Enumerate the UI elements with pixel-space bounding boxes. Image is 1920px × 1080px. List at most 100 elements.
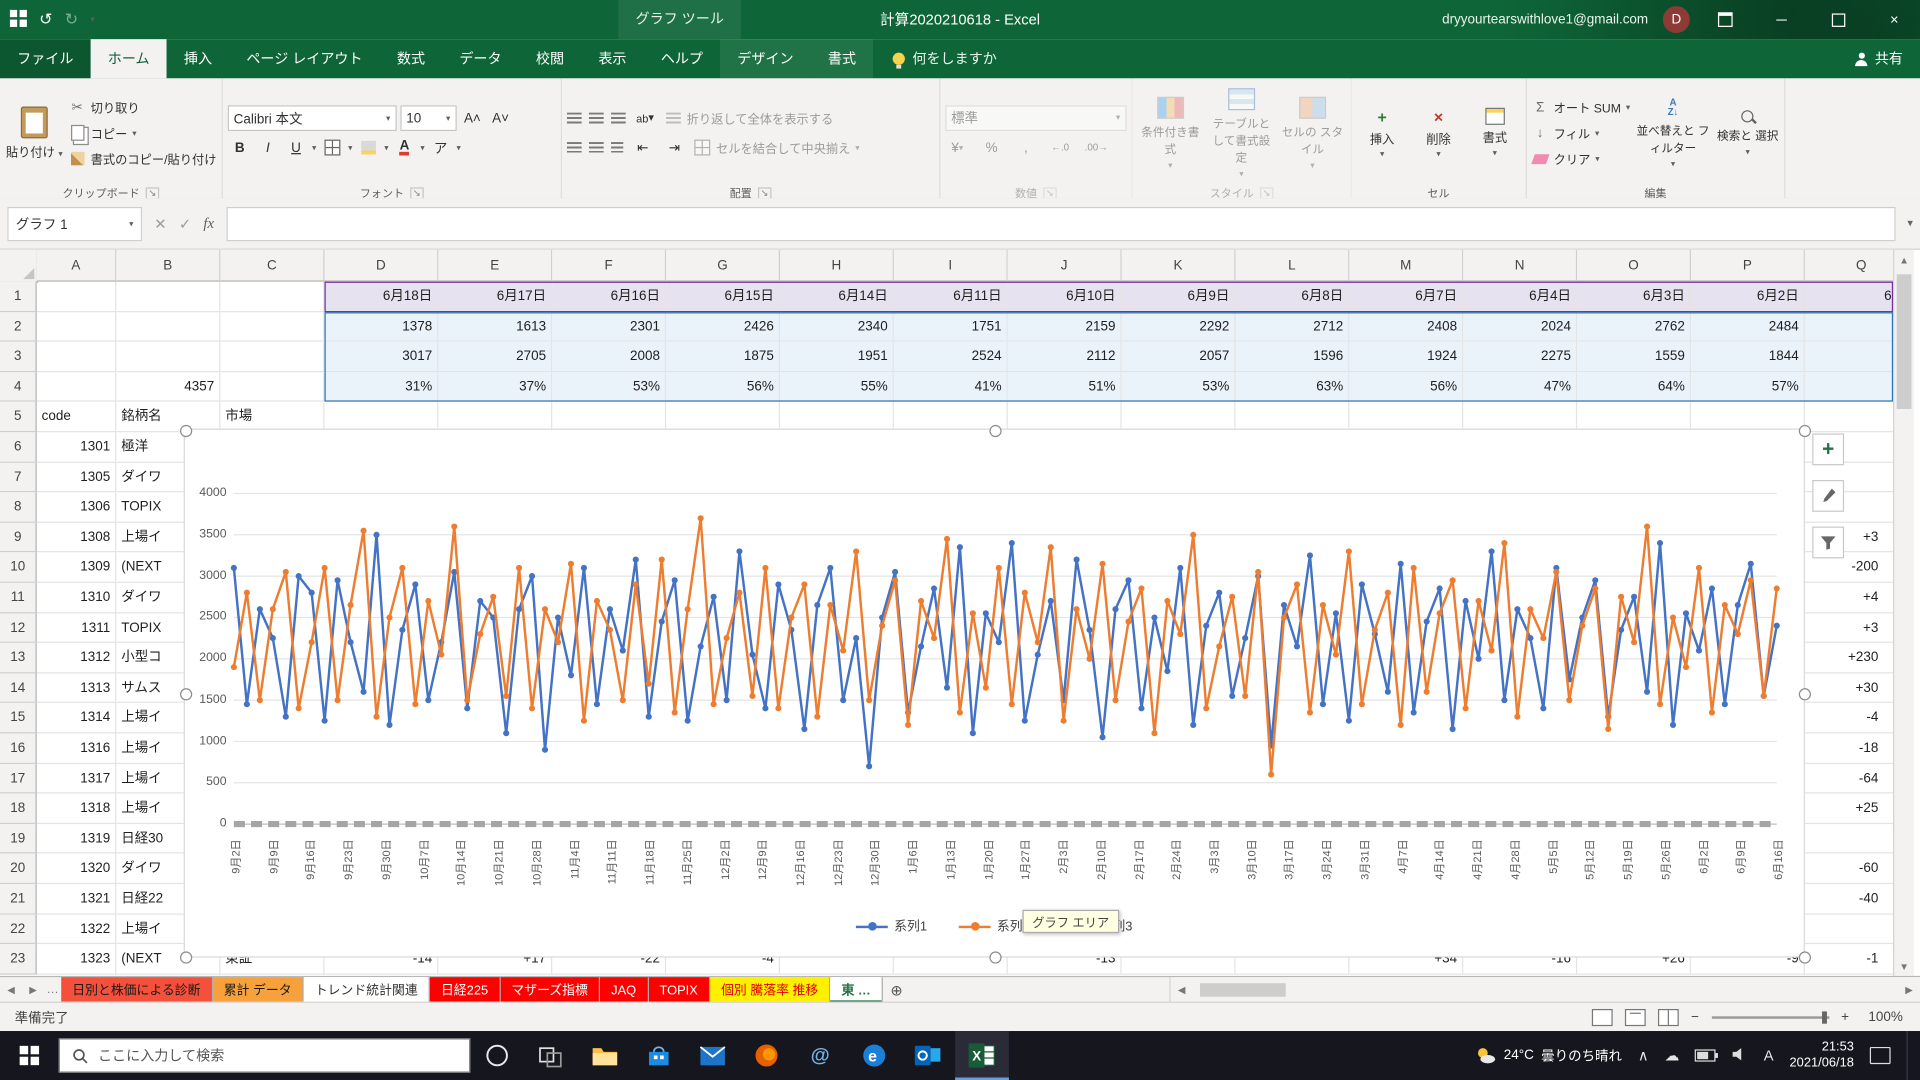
tab-ヘルプ[interactable]: ヘルプ bbox=[644, 39, 721, 78]
borders-button[interactable] bbox=[320, 137, 344, 159]
align-left-icon[interactable] bbox=[567, 142, 582, 153]
phonetic-guide-button[interactable]: ア bbox=[428, 137, 452, 159]
cell-L3[interactable]: 1596 bbox=[1236, 342, 1350, 372]
cell-O3[interactable]: 1559 bbox=[1577, 342, 1691, 372]
number-format-select[interactable]: 標準▾ bbox=[945, 105, 1126, 131]
formula-input[interactable] bbox=[226, 206, 1895, 240]
cell-A13[interactable]: 1312 bbox=[37, 643, 117, 673]
show-desktop-button[interactable] bbox=[1907, 1031, 1913, 1080]
battery-icon[interactable] bbox=[1695, 1049, 1716, 1061]
taskbar-icon-task-view[interactable] bbox=[524, 1031, 578, 1080]
sheet-tab-マザーズ指標[interactable]: マザーズ指標 bbox=[500, 977, 600, 1003]
cell-B4[interactable]: 4357 bbox=[116, 372, 220, 402]
action-center-icon[interactable] bbox=[1870, 1047, 1891, 1064]
cell-H2[interactable]: 2340 bbox=[780, 312, 894, 342]
clear-button[interactable]: クリア ▾ bbox=[1532, 148, 1631, 170]
sheet-tab-TOPIX[interactable]: TOPIX bbox=[648, 977, 710, 1003]
new-sheet-button[interactable]: ⊕ bbox=[883, 977, 910, 1003]
col-header-I[interactable]: I bbox=[894, 250, 1008, 282]
cell-A11[interactable]: 1310 bbox=[37, 583, 117, 613]
row-header-22[interactable]: 22 bbox=[0, 914, 37, 944]
taskbar-clock[interactable]: 21:53 2021/06/18 bbox=[1790, 1040, 1854, 1072]
taskbar-icon-outlook[interactable] bbox=[901, 1031, 955, 1080]
cell-A5[interactable]: code bbox=[37, 402, 117, 432]
insert-function-button[interactable]: fx bbox=[203, 214, 214, 232]
tab-データ[interactable]: データ bbox=[442, 39, 519, 78]
cell-styles-button[interactable]: セルの スタイル ▾ bbox=[1279, 82, 1345, 184]
align-middle-icon[interactable] bbox=[589, 113, 604, 124]
cell-A20[interactable]: 1320 bbox=[37, 854, 117, 884]
cell-I3[interactable]: 2524 bbox=[894, 342, 1008, 372]
col-header-K[interactable]: K bbox=[1122, 250, 1236, 282]
minimize-button[interactable]: ─ bbox=[1761, 0, 1803, 39]
cell-P3[interactable]: 1844 bbox=[1691, 342, 1805, 372]
row-header-8[interactable]: 8 bbox=[0, 492, 37, 522]
cell-A4[interactable] bbox=[37, 372, 117, 402]
cell-Q13[interactable]: +230 bbox=[1805, 643, 1893, 673]
account-avatar[interactable]: D bbox=[1663, 6, 1690, 33]
cell-A15[interactable]: 1314 bbox=[37, 703, 117, 733]
cell-J2[interactable]: 2159 bbox=[1008, 312, 1122, 342]
cell-G4[interactable]: 56% bbox=[666, 372, 780, 402]
col-header-B[interactable]: B bbox=[116, 250, 220, 282]
cell-Q20[interactable]: -60 bbox=[1805, 854, 1893, 884]
share-button[interactable]: 共有 bbox=[1838, 39, 1920, 78]
cell-L2[interactable]: 2712 bbox=[1236, 312, 1350, 342]
cell-K3[interactable]: 2057 bbox=[1122, 342, 1236, 372]
cell-Q22[interactable] bbox=[1805, 914, 1893, 944]
delete-cells-button[interactable]: ×削除 ▾ bbox=[1413, 82, 1464, 184]
cut-button[interactable]: ✂切り取り bbox=[69, 96, 217, 118]
taskbar-search-input[interactable]: ここに入力して検索 bbox=[59, 1038, 470, 1072]
cell-A22[interactable]: 1322 bbox=[37, 914, 117, 944]
cell-M3[interactable]: 1924 bbox=[1349, 342, 1463, 372]
zoom-in-button[interactable]: + bbox=[1841, 1010, 1849, 1025]
taskbar-icon-excel[interactable]: X bbox=[955, 1031, 1009, 1080]
cell-H4[interactable]: 55% bbox=[780, 372, 894, 402]
chart-selection-handle[interactable] bbox=[180, 425, 192, 437]
legend-item-系列1[interactable]: 系列1 bbox=[856, 917, 927, 935]
cell-N2[interactable]: 2024 bbox=[1463, 312, 1577, 342]
sort-filter-button[interactable]: AZ↓並べ替えと フィルター ▾ bbox=[1635, 82, 1711, 184]
zoom-slider[interactable] bbox=[1711, 1016, 1829, 1018]
currency-format-button[interactable]: ¥▾ bbox=[945, 137, 969, 159]
bold-button[interactable]: B bbox=[227, 137, 251, 159]
cell-G1[interactable]: 6月15日 bbox=[666, 282, 780, 312]
cell-F1[interactable]: 6月16日 bbox=[552, 282, 666, 312]
cell-P4[interactable]: 57% bbox=[1691, 372, 1805, 402]
row-header-5[interactable]: 5 bbox=[0, 402, 37, 432]
styles-dialog-launcher[interactable]: ↘ bbox=[1260, 187, 1273, 199]
cell-O4[interactable]: 64% bbox=[1577, 372, 1691, 402]
cell-Q14[interactable]: +30 bbox=[1805, 673, 1893, 703]
cell-D1[interactable]: 6月18日 bbox=[324, 282, 438, 312]
row-header-16[interactable]: 16 bbox=[0, 733, 37, 763]
cell-Q12[interactable]: +3 bbox=[1805, 613, 1893, 643]
insert-cells-button[interactable]: +挿入 ▾ bbox=[1356, 82, 1407, 184]
cell-A17[interactable]: 1317 bbox=[37, 764, 117, 794]
legend-item-系列2[interactable]: 系列2 bbox=[959, 917, 1030, 935]
decrease-font-button[interactable]: A˅ bbox=[488, 107, 512, 129]
cell-N4[interactable]: 47% bbox=[1463, 372, 1577, 402]
tab-ホーム[interactable]: ホーム bbox=[91, 39, 167, 78]
cell-M4[interactable]: 56% bbox=[1349, 372, 1463, 402]
taskbar-icon-edge[interactable]: e bbox=[847, 1031, 901, 1080]
tab-数式[interactable]: 数式 bbox=[380, 39, 442, 78]
row-header-9[interactable]: 9 bbox=[0, 523, 37, 553]
fill-button[interactable]: ↓フィル ▾ bbox=[1532, 122, 1631, 144]
cell-Q5[interactable] bbox=[1805, 402, 1893, 432]
underline-button[interactable]: U bbox=[284, 137, 308, 159]
row-header-20[interactable]: 20 bbox=[0, 854, 37, 884]
cell-C3[interactable] bbox=[220, 342, 324, 372]
paste-button[interactable]: 貼り付け ▾ bbox=[5, 82, 64, 184]
row-header-23[interactable]: 23 bbox=[0, 944, 37, 974]
font-dialog-launcher[interactable]: ↘ bbox=[410, 187, 423, 199]
cell-B2[interactable] bbox=[116, 312, 220, 342]
row-header-13[interactable]: 13 bbox=[0, 643, 37, 673]
cell-Q15[interactable]: -4 bbox=[1805, 703, 1893, 733]
cell-A18[interactable]: 1318 bbox=[37, 794, 117, 824]
hscroll-right-arrow[interactable]: ▶ bbox=[1898, 984, 1920, 995]
cell-Q11[interactable]: +4 bbox=[1805, 583, 1893, 613]
cell-D3[interactable]: 3017 bbox=[324, 342, 438, 372]
cell-B1[interactable] bbox=[116, 282, 220, 312]
hidden-icons-chevron[interactable]: ∧ bbox=[1638, 1047, 1649, 1064]
cell-I1[interactable]: 6月11日 bbox=[894, 282, 1008, 312]
